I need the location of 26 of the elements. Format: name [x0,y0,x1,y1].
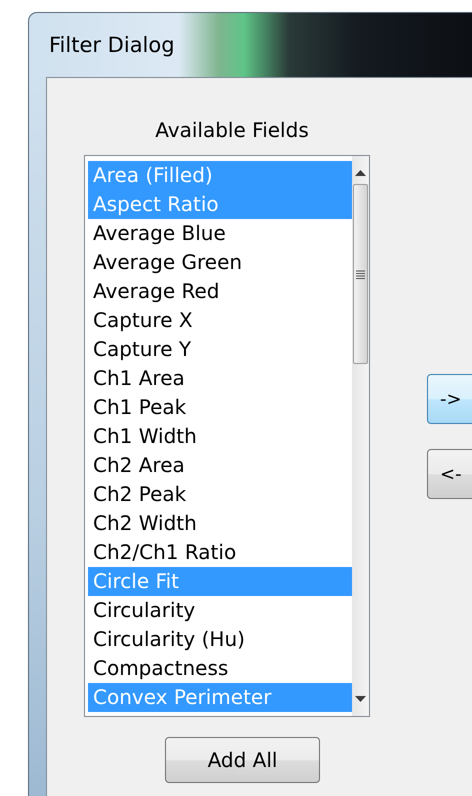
list-item[interactable]: Ch1 Peak [88,393,352,422]
scroll-up-icon[interactable] [355,170,366,176]
list-item[interactable]: Ch2 Area [88,451,352,480]
list-item[interactable]: Ch2 Peak [88,480,352,509]
add-all-button[interactable]: Add All [165,737,320,783]
move-button[interactable]: -> [427,374,472,424]
list-item[interactable]: Compactness [88,654,352,683]
list-item[interactable]: Capture X [88,306,352,335]
move-button[interactable]: <- [427,449,472,499]
list-item[interactable]: Ch1 Width [88,422,352,451]
list-item[interactable]: Ch2/Ch1 Ratio [88,538,352,567]
list-label: Available Fields [154,118,310,142]
scroll-down-icon[interactable] [355,696,366,702]
field-listbox[interactable] [84,155,370,717]
list-item[interactable]: Ch1 Area [88,364,352,393]
list-item[interactable]: Average Green [88,248,352,277]
list-item[interactable]: Average Blue [88,219,352,248]
list-item[interactable]: Average Red [88,277,352,306]
scrollbar[interactable] [352,156,369,716]
list-item[interactable]: Circularity [88,596,352,625]
window-title: Filter Dialog [49,33,175,57]
grip-icon [356,270,365,278]
list-item[interactable]: Capture Y [88,335,352,364]
scroll-thumb[interactable] [353,184,368,364]
list-item[interactable]: Circularity (Hu) [88,625,352,654]
list-item[interactable]: Ch2 Width [88,509,352,538]
